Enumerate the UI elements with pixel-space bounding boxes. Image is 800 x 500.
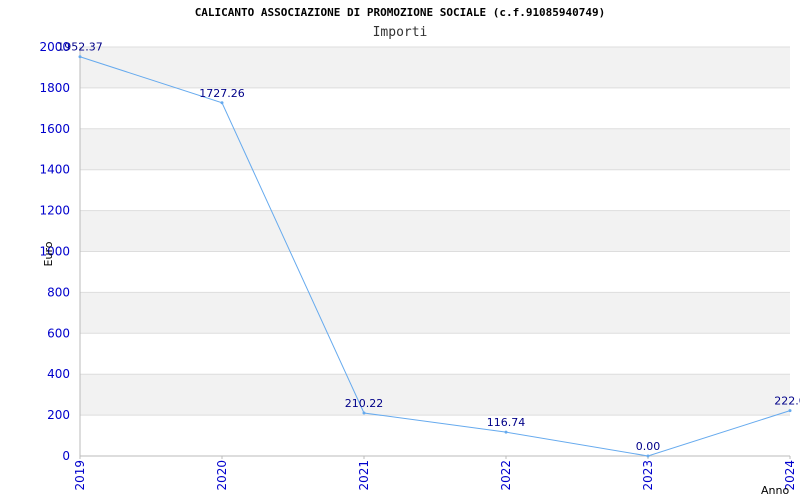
line-chart: 0200400600800100012001400160018002000201… <box>39 40 800 497</box>
y-axis-label: Euro <box>42 241 55 266</box>
data-label: 0.00 <box>636 440 661 453</box>
x-tick-label: 2019 <box>73 460 87 491</box>
grid-band <box>80 128 790 170</box>
data-point <box>78 55 82 59</box>
grid-band <box>80 210 790 252</box>
data-label: 1727.26 <box>199 87 245 100</box>
x-axis-label: Anno <box>761 484 789 497</box>
x-tick-label: 2023 <box>641 460 655 491</box>
y-tick-label: 1600 <box>39 122 70 136</box>
y-tick-label: 1800 <box>39 81 70 95</box>
grid-band <box>80 374 790 416</box>
data-label: 1952.37 <box>57 41 103 54</box>
x-tick-label: 2021 <box>357 460 371 491</box>
data-label: 116.74 <box>487 416 526 429</box>
data-label: 222.0 <box>774 395 800 408</box>
x-tick-label: 2022 <box>499 460 513 491</box>
data-point <box>788 409 792 413</box>
data-label: 210.22 <box>345 397 384 410</box>
x-tick-label: 2020 <box>215 460 229 491</box>
data-point <box>362 411 366 415</box>
y-tick-label: 400 <box>47 367 70 381</box>
y-tick-label: 1400 <box>39 163 70 177</box>
y-tick-label: 600 <box>47 326 70 340</box>
grid-band <box>80 47 790 88</box>
y-tick-label: 200 <box>47 408 70 422</box>
y-tick-label: 0 <box>62 449 70 463</box>
grid-band <box>80 292 790 334</box>
data-point <box>646 454 650 458</box>
data-point <box>504 430 508 434</box>
y-tick-label: 1200 <box>39 204 70 218</box>
y-tick-label: 800 <box>47 285 70 299</box>
data-point <box>220 101 224 105</box>
